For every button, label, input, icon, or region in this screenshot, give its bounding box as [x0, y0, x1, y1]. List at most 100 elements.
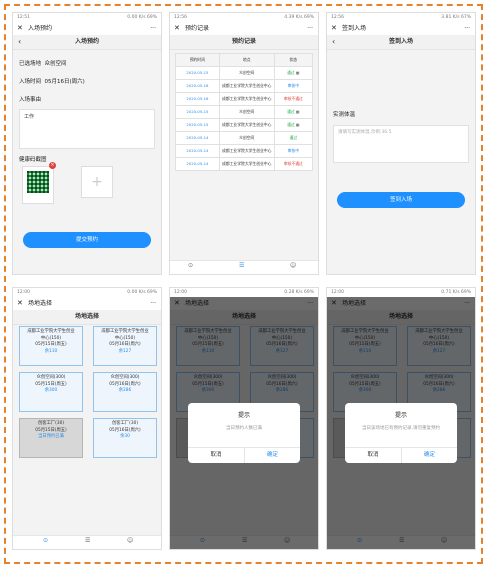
cancel-button[interactable]: 取消: [188, 448, 244, 463]
column-header: 状态: [273, 53, 314, 67]
back-icon[interactable]: ‹: [18, 35, 21, 49]
tab-bar: ⊙ ☰ ☺: [13, 535, 161, 549]
nav-bar: ✕ 入场预约 ···: [13, 22, 161, 35]
status-time: 12:51: [17, 15, 30, 20]
submit-booking-button[interactable]: 提交预约: [23, 232, 151, 248]
health-code-label: 健康码截图: [19, 157, 47, 163]
status-right: 0.71 K/s 69%: [441, 288, 471, 297]
network-speed: 3.81 K/s: [441, 15, 460, 20]
more-icon[interactable]: ···: [307, 22, 313, 35]
page-title: 入场预约: [74, 38, 99, 45]
column-header: 地点: [218, 53, 275, 67]
venue-card-line: 余30: [120, 434, 130, 439]
record-place: 成都工业学院大学生创业中心: [218, 118, 275, 132]
close-icon[interactable]: ✕: [174, 22, 180, 35]
venue-card[interactable]: 成都工业学院大学生创业中心(150)05月15日(周五)余110: [19, 326, 83, 366]
table-row: 2020-05-15 众创空间 通过 ▦: [175, 105, 314, 119]
column-header: 预约时间: [175, 53, 220, 67]
add-image-icon[interactable]: +: [81, 166, 113, 198]
status-time: 12:00: [17, 290, 30, 295]
table-row: 2020-05-14 众创空间 通过: [175, 131, 314, 145]
panel-venue-full-dialog: 12:00 0.28 K/s 69% ✕ 场地选择 ··· 场地选择 成都工业学…: [169, 287, 319, 550]
venue-card[interactable]: 众创空间(300)05月16日(周六)余286: [93, 372, 157, 412]
record-place: 众创空间: [218, 131, 275, 145]
more-icon[interactable]: ···: [464, 22, 470, 35]
network-speed: 0.00 K/s: [127, 290, 146, 295]
record-status: 通过: [289, 134, 298, 140]
venue-card[interactable]: 创客工厂(30)05月16日(周六)余30: [93, 418, 157, 458]
network-speed: 4.39 K/s: [284, 15, 303, 20]
record-status-cell: 通过: [273, 131, 314, 145]
delete-image-icon[interactable]: ×: [49, 162, 56, 169]
panel-entry-booking: 12:51 0.00 K/s 69% ✕ 入场预约 ··· ‹ 入场预约 已选场…: [12, 12, 162, 275]
venue-card-line: 余127: [118, 348, 132, 354]
health-code-image[interactable]: [22, 166, 54, 204]
more-icon[interactable]: ···: [150, 22, 156, 35]
venue-card[interactable]: 众创空间(300)05月15日(周五)余300: [19, 372, 83, 412]
venue-card-line: 余110: [44, 348, 58, 354]
battery-level: 67%: [460, 15, 471, 20]
record-date: 2020-05-14: [175, 131, 220, 145]
confirm-button[interactable]: 确定: [401, 448, 457, 463]
reason-label: 入场事由: [19, 97, 42, 103]
close-icon[interactable]: ✕: [17, 22, 23, 35]
record-status: 通过: [287, 121, 295, 127]
venue-card[interactable]: 创客工厂(30)05月15日(周五)当日预约已满: [19, 418, 83, 458]
close-icon[interactable]: ✕: [331, 22, 337, 35]
tab-my-bookings-icon[interactable]: ☰: [239, 262, 244, 269]
record-status-cell: 通过 ▦: [273, 118, 314, 132]
record-date: 2020-05-16: [175, 79, 220, 93]
record-date: 2020-05-16: [175, 92, 220, 106]
record-status-cell: 审核不通过: [273, 92, 314, 106]
tab-bar: ⊙ ☰ ☺: [170, 260, 318, 274]
panel-venue-select: 12:00 0.00 K/s 69% ✕ 场地选择 ··· 场地选择 成都工业学…: [12, 287, 162, 550]
panel-check-in: 12:56 3.81 K/s 67% ✕ 签到入场 ··· ‹ 签到入场 实测体…: [326, 12, 476, 275]
more-icon[interactable]: ···: [150, 297, 156, 310]
temperature-placeholder: 请填写实测体温,示例:36.5: [338, 130, 392, 135]
record-status: 审核中: [287, 82, 299, 88]
table-row: 2020-05-14 成都工业学院大学生创业中心 审核中: [175, 144, 314, 158]
nav-title: 场地选择: [28, 300, 53, 307]
qr-code-icon[interactable]: ▦: [295, 122, 300, 127]
dialog-title: 提示: [237, 412, 250, 419]
tab-my-bookings-icon[interactable]: ☰: [85, 537, 90, 544]
status-right: 4.39 K/s 69%: [284, 13, 314, 22]
record-place: 成都工业学院大学生创业中心: [218, 79, 275, 93]
battery-level: 69%: [146, 290, 157, 295]
tab-venue-booking-icon[interactable]: ⊙: [43, 537, 48, 544]
page-header: 场地选择: [13, 310, 161, 325]
qr-code-icon[interactable]: ▦: [295, 109, 300, 114]
temperature-input[interactable]: 请填写实测体温,示例:36.5: [333, 125, 469, 163]
tab-profile-icon[interactable]: ☺: [127, 537, 133, 544]
cancel-button[interactable]: 取消: [345, 448, 401, 463]
status-right: 0.00 K/s 69%: [127, 288, 157, 297]
network-speed: 0.28 K/s: [284, 290, 303, 295]
panel-venue-duplicate-dialog: 12:00 0.71 K/s 69% ✕ 场地选择 ··· 场地选择 成都工业学…: [326, 287, 476, 550]
venue-card-line: 余300: [44, 388, 58, 393]
qr-code-icon[interactable]: ▦: [295, 70, 300, 75]
status-right: 0.00 K/s 69%: [127, 13, 157, 22]
record-status: 通过: [287, 108, 295, 114]
dialog-buttons: 取消 确定: [345, 447, 457, 463]
record-status: 审核中: [287, 147, 299, 153]
record-place: 众创空间: [218, 66, 275, 80]
record-place: 成都工业学院大学生创业中心: [218, 157, 275, 171]
venue-value: 众创空间: [44, 61, 67, 67]
record-place: 众创空间: [218, 105, 275, 119]
network-speed: 0.71 K/s: [441, 290, 460, 295]
venue-card[interactable]: 成都工业学院大学生创业中心(150)05月16日(周六)余127: [93, 326, 157, 366]
tab-venue-booking-icon[interactable]: ⊙: [188, 262, 193, 269]
check-in-button[interactable]: 签到入场: [337, 192, 465, 208]
status-right: 3.81 K/s 67%: [441, 13, 471, 22]
confirm-button[interactable]: 确定: [244, 448, 300, 463]
alert-dialog: 提示 当日该场地已有预约记录,请勿重复预约 取消 确定: [345, 403, 457, 463]
table-row: 2020-05-16 成都工业学院大学生创业中心 审核不通过: [175, 92, 314, 106]
tab-profile-icon[interactable]: ☺: [290, 262, 296, 269]
record-place: 成都工业学院大学生创业中心: [218, 92, 275, 106]
battery-level: 69%: [303, 15, 314, 20]
reason-textarea[interactable]: 工作: [19, 109, 155, 149]
panel-booking-records: 12:56 4.39 K/s 69% ✕ 预约记录 ··· 预约记录 预约时间 …: [169, 12, 319, 275]
dialog-message: 当日该场地已有预约记录,请勿重复预约: [362, 426, 440, 431]
close-icon[interactable]: ✕: [17, 297, 23, 310]
back-icon[interactable]: ‹: [332, 35, 335, 49]
